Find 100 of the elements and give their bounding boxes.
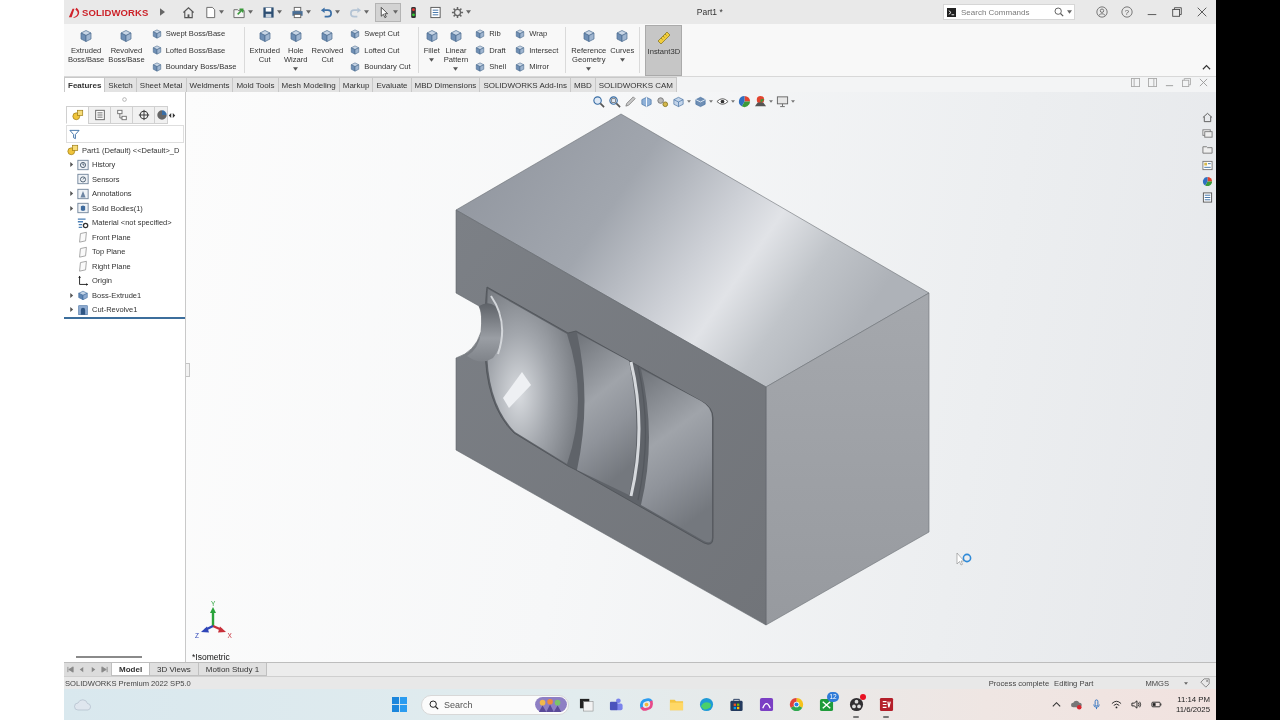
tag-icon[interactable] xyxy=(1200,678,1210,688)
model-tab[interactable]: Model xyxy=(111,663,151,676)
grip-icon[interactable] xyxy=(122,96,127,102)
caret-icon[interactable] xyxy=(687,99,691,103)
logo-tile-icon[interactable] xyxy=(878,697,894,712)
cross-tile-icon[interactable] xyxy=(818,697,834,712)
caret-icon[interactable] xyxy=(769,99,773,103)
model-tab[interactable]: 3D Views xyxy=(149,663,199,676)
close-icon[interactable] xyxy=(1199,78,1208,87)
menu-arrow-icon[interactable] xyxy=(160,8,166,16)
wave-circle-icon[interactable] xyxy=(698,697,714,712)
panel-tab[interactable] xyxy=(154,106,168,124)
chevron-up-icon[interactable] xyxy=(1050,699,1062,710)
people-icon[interactable] xyxy=(608,697,624,712)
select-button[interactable] xyxy=(375,2,402,22)
view-palette-icon[interactable] xyxy=(1202,160,1213,171)
caret-icon[interactable] xyxy=(709,99,713,103)
home-icon[interactable] xyxy=(1202,112,1213,123)
right-arrow-icon[interactable] xyxy=(89,666,97,673)
gears-icon[interactable] xyxy=(656,94,669,108)
scrollbar[interactable] xyxy=(76,656,142,658)
command-tab[interactable]: Weldments xyxy=(185,77,234,92)
view-cube-icon[interactable] xyxy=(672,94,685,108)
origin-axes-icon xyxy=(77,274,89,287)
property-sheet-icon[interactable] xyxy=(1202,192,1213,203)
expand-arrow-icon[interactable] xyxy=(68,205,74,211)
wifi-icon[interactable] xyxy=(1110,699,1122,710)
command-tab[interactable]: Evaluate xyxy=(372,77,412,92)
chevron-up-icon[interactable] xyxy=(1202,64,1211,70)
folder-icon[interactable] xyxy=(1202,144,1213,155)
display-style-icon[interactable] xyxy=(694,94,707,108)
microphone-icon[interactable] xyxy=(1090,699,1102,710)
model-tab[interactable]: Motion Study 1 xyxy=(197,663,268,676)
four-squares-icon[interactable] xyxy=(392,697,407,712)
monitor-icon[interactable] xyxy=(776,94,789,108)
cube-icon xyxy=(349,60,362,73)
filter-field[interactable] xyxy=(66,125,184,143)
segmented-circle-icon[interactable] xyxy=(788,697,804,712)
speaker-icon[interactable] xyxy=(1130,699,1142,710)
restore-icon[interactable] xyxy=(1171,6,1183,18)
revolve-feature-icon xyxy=(77,303,89,316)
caret-icon[interactable] xyxy=(731,99,735,103)
stacked-parts-icon[interactable] xyxy=(1202,128,1213,139)
battery-icon[interactable] xyxy=(1150,699,1162,710)
expand-arrow-icon[interactable] xyxy=(68,307,74,313)
caret-icon[interactable] xyxy=(791,99,795,103)
right-pane-icon[interactable] xyxy=(1148,78,1157,87)
expand-arrow-icon[interactable] xyxy=(68,292,74,298)
pencil-icon[interactable] xyxy=(624,94,637,108)
command-tab[interactable]: MBD Dimensions xyxy=(410,77,481,92)
user-icon[interactable] xyxy=(1096,6,1108,18)
printer-icon xyxy=(291,5,305,19)
command-tab[interactable]: MBD xyxy=(569,77,596,92)
section-view-icon[interactable] xyxy=(640,94,653,108)
zoom-area-icon[interactable] xyxy=(608,94,621,108)
search-field[interactable]: Search Commands xyxy=(943,4,1075,20)
configuration-tree-icon xyxy=(115,109,128,121)
command-tab[interactable]: SOLIDWORKS Add-Ins xyxy=(479,77,571,92)
cube-icon xyxy=(514,60,527,73)
appearance-sphere-icon[interactable] xyxy=(738,94,751,108)
command-tab[interactable]: Mesh Modeling xyxy=(277,77,340,92)
cube-icon xyxy=(150,60,163,73)
appearance-ball-icon[interactable] xyxy=(1202,176,1213,187)
x-axis-arrow xyxy=(212,624,226,633)
expand-arrow-icon[interactable] xyxy=(68,191,74,197)
close-icon[interactable] xyxy=(1196,6,1208,18)
pie-chart-icon xyxy=(156,109,167,121)
command-tab[interactable]: Features xyxy=(64,77,106,92)
search-icon[interactable] xyxy=(1054,7,1064,17)
shopping-bag-icon[interactable] xyxy=(728,697,744,712)
caret-icon[interactable] xyxy=(1067,10,1072,14)
zoom-to-fit-icon[interactable] xyxy=(592,94,605,108)
help-icon[interactable]: ? xyxy=(1121,6,1133,18)
filter-icon[interactable] xyxy=(69,128,80,140)
three-dots-circle-icon[interactable] xyxy=(848,697,864,712)
cloud-alert-icon[interactable] xyxy=(1070,699,1082,710)
feature-tree-icon xyxy=(71,109,84,121)
arch-tile-icon[interactable] xyxy=(758,697,774,712)
left-arrow-icon[interactable] xyxy=(78,666,86,673)
command-tab[interactable]: Sketch xyxy=(104,77,137,92)
plane-icon xyxy=(77,245,89,258)
caret-icon[interactable] xyxy=(1184,681,1188,685)
scroll-arrows-icon[interactable] xyxy=(168,111,176,119)
expand-arrow-icon[interactable] xyxy=(68,162,74,168)
command-tab[interactable]: Mold Tools xyxy=(232,77,279,92)
left-pane-icon[interactable] xyxy=(1131,78,1140,87)
first-arrow-icon[interactable] xyxy=(67,666,75,673)
cube-icon xyxy=(474,44,487,56)
panel-collapse-handle[interactable] xyxy=(186,363,190,377)
swirl-icon[interactable] xyxy=(638,697,654,712)
command-tab[interactable]: Sheet Metal xyxy=(135,77,187,92)
overlapping-squares-icon[interactable] xyxy=(578,697,594,712)
cube-icon xyxy=(423,28,440,44)
sensor-folder-icon xyxy=(77,173,89,186)
panel-tab[interactable] xyxy=(132,106,155,124)
scene-icon[interactable] xyxy=(754,94,767,108)
last-arrow-icon[interactable] xyxy=(100,666,108,673)
panel-tab[interactable] xyxy=(88,106,111,124)
command-tab[interactable]: SOLIDWORKS CAM xyxy=(594,77,677,92)
document-title: Part1 * xyxy=(696,7,723,17)
